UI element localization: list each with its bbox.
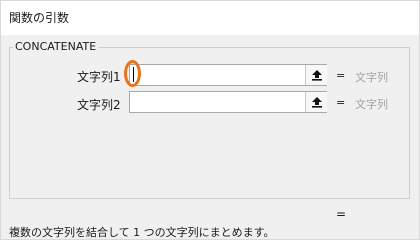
function-description: 複数の文字列を結合して 1 つの文字列にまとめます。 bbox=[9, 226, 275, 239]
text-caret bbox=[133, 67, 134, 82]
collapse-dialog-icon bbox=[312, 97, 322, 108]
argument-2-collapse-button[interactable] bbox=[305, 92, 327, 112]
argument-1-equals: = bbox=[336, 69, 346, 82]
argument-1-result: 文字列 bbox=[355, 71, 388, 84]
window-title: 関数の引数 bbox=[9, 11, 70, 25]
argument-2-label: 文字列2 bbox=[77, 98, 121, 112]
argument-2-equals: = bbox=[336, 96, 346, 109]
function-arguments-dialog: 関数の引数 CONCATENATE 文字列1 = 文字列 文字列2 = 文字列 … bbox=[0, 0, 420, 240]
title-bar: 関数の引数 bbox=[1, 1, 419, 35]
collapse-dialog-icon bbox=[312, 70, 322, 81]
formula-result-equals: = bbox=[336, 207, 347, 221]
function-name-label: CONCATENATE bbox=[13, 40, 99, 53]
argument-1-label: 文字列1 bbox=[77, 70, 121, 84]
argument-1-collapse-button[interactable] bbox=[305, 65, 327, 85]
argument-1-input[interactable] bbox=[129, 64, 327, 86]
argument-2-input[interactable] bbox=[129, 91, 327, 113]
argument-2-result: 文字列 bbox=[355, 98, 388, 111]
